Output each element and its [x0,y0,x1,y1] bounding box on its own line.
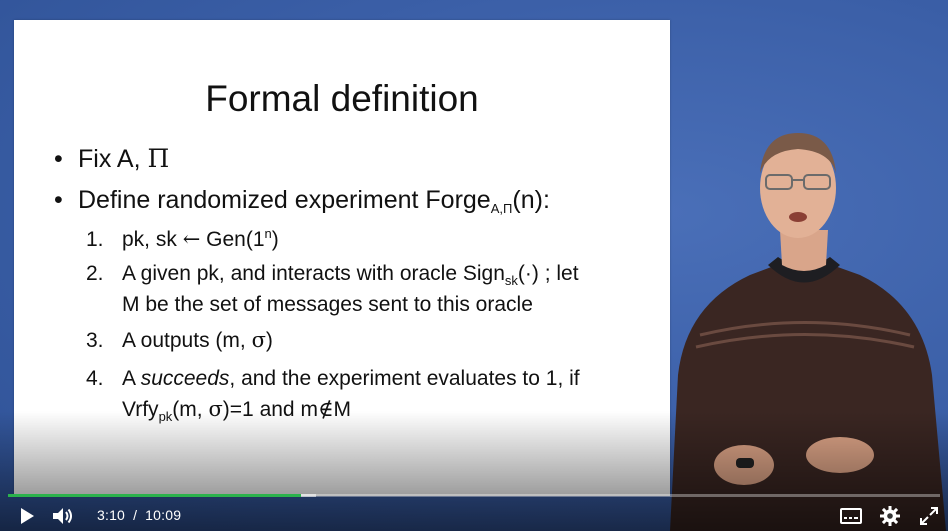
list-item: 2. A given pk, and interacts with oracle … [86,262,579,316]
played-bar [8,494,301,497]
fullscreen-button[interactable] [916,504,942,528]
player-controls: 3:10/10:09 [0,500,948,531]
progress-bar[interactable] [8,494,940,497]
list-item: 3. A outputs (m, σ) [86,328,273,352]
subtitles-button[interactable] [838,504,864,528]
lecture-slide: Formal definition • Fix A, Π • Define rand… [14,20,670,496]
settings-button[interactable] [877,504,903,528]
fullscreen-icon [920,507,938,525]
time-display: 3:10/10:09 [97,507,182,523]
play-icon [21,508,34,524]
play-button[interactable] [14,504,40,528]
volume-button[interactable] [50,504,76,528]
bullet-fix: • Fix A, Π [54,144,170,173]
current-time: 3:10 [97,507,126,523]
list-item: 4. A succeeds, and the experiment evaluat… [86,367,580,424]
list-item: 1. pk, sk ← Gen(1n) [86,226,279,251]
video-frame[interactable]: Formal definition • Fix A, Π • Define rand… [0,0,948,531]
presenter [670,133,946,531]
volume-icon [53,508,72,524]
duration: 10:09 [145,507,182,523]
slide-title: Formal definition [205,78,479,119]
subtitles-icon [840,508,862,524]
settings-icon [880,506,900,526]
bullet-define: • Define randomized experiment ForgeA,Π(n… [54,186,550,216]
